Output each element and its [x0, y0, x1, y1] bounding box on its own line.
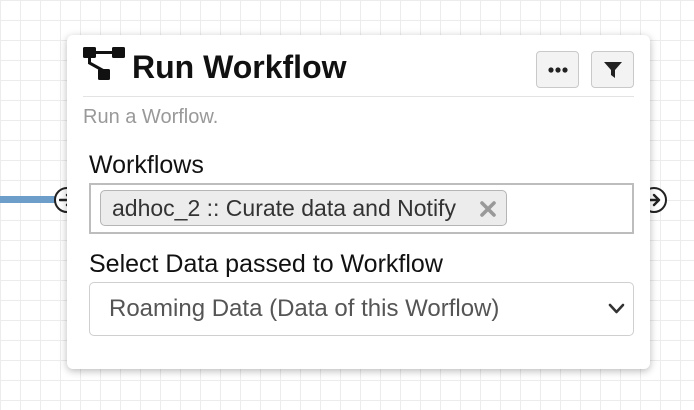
data-passed-selected-value: Roaming Data (Data of this Worflow) [109, 295, 500, 322]
node-header: Run Workflow [83, 47, 634, 97]
data-passed-label: Select Data passed to Workflow [89, 250, 443, 278]
ellipsis-icon [547, 66, 568, 73]
selected-workflow-tag: adhoc_2 :: Curate data and Notify [100, 190, 507, 226]
workflow-tree-icon [83, 47, 125, 80]
data-passed-select[interactable]: Roaming Data (Data of this Worflow) [89, 282, 634, 336]
filter-button[interactable] [591, 51, 634, 88]
filter-icon [603, 61, 622, 78]
workflows-label: Workflows [89, 151, 204, 179]
close-icon[interactable] [479, 200, 497, 218]
workflows-multiselect[interactable]: adhoc_2 :: Curate data and Notify [89, 183, 634, 234]
selected-workflow-tag-label: adhoc_2 :: Curate data and Notify [112, 194, 456, 221]
more-options-button[interactable] [536, 51, 579, 88]
node-description: Run a Worflow. [83, 106, 219, 128]
incoming-connection-line [0, 196, 58, 203]
run-workflow-node[interactable]: Run Workflow Run a Worflow. Workflows ad… [67, 35, 650, 369]
node-title: Run Workflow [132, 49, 347, 85]
chevron-down-icon [608, 303, 625, 314]
